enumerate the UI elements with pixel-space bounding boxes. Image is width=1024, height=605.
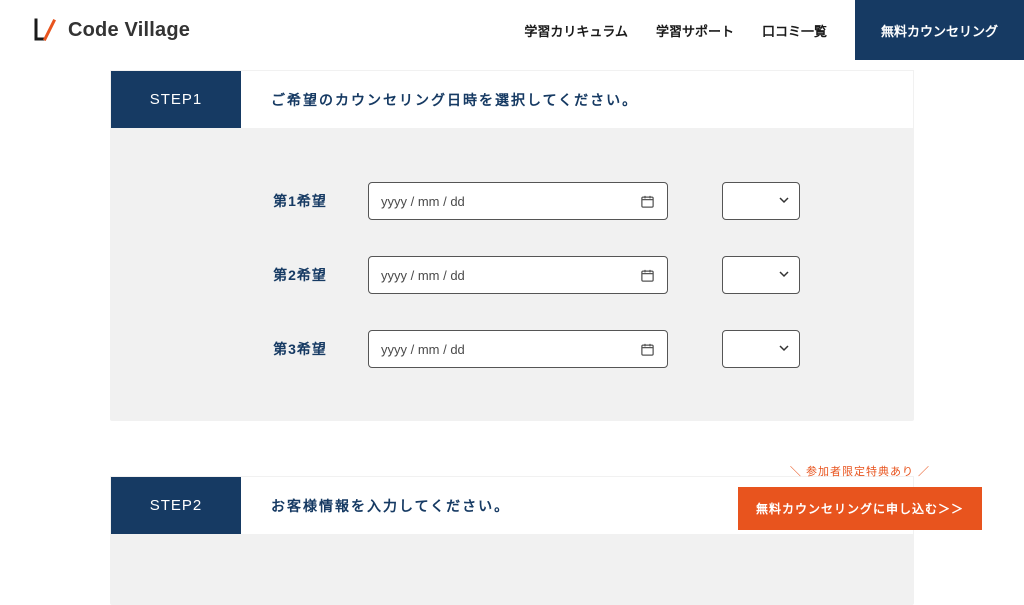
preference-row-2: 第2希望 yyyy / mm / dd xyxy=(110,238,914,312)
preference-date-input-2[interactable]: yyyy / mm / dd xyxy=(368,256,668,294)
chevron-down-icon xyxy=(779,266,789,284)
floating-cta-button[interactable]: 無料カウンセリングに申し込む＞＞ xyxy=(738,487,982,530)
preference-label: 第2希望 xyxy=(260,265,340,285)
preference-label: 第1希望 xyxy=(260,191,340,211)
chevron-down-icon xyxy=(779,340,789,358)
nav-cta-button[interactable]: 無料カウンセリング xyxy=(855,0,1024,60)
preference-time-select-3[interactable] xyxy=(722,330,800,368)
preference-time-select-1[interactable] xyxy=(722,182,800,220)
preference-date-input-3[interactable]: yyyy / mm / dd xyxy=(368,330,668,368)
step1-badge: STEP1 xyxy=(111,71,241,128)
preference-date-input-1[interactable]: yyyy / mm / dd xyxy=(368,182,668,220)
calendar-icon xyxy=(640,342,655,357)
step1-header: STEP1 ご希望のカウンセリング日時を選択してください。 xyxy=(110,70,914,129)
nav-curriculum[interactable]: 学習カリキュラム xyxy=(524,21,628,40)
logo-icon xyxy=(32,17,58,43)
step2-badge: STEP2 xyxy=(111,477,241,534)
date-placeholder: yyyy / mm / dd xyxy=(381,342,465,357)
preference-row-1: 第1希望 yyyy / mm / dd xyxy=(110,164,914,238)
main-nav: 学習カリキュラム 学習サポート 口コミ一覧 無料カウンセリング xyxy=(524,0,1024,60)
chevron-down-icon xyxy=(779,192,789,210)
logo[interactable]: Code Village xyxy=(0,17,190,43)
calendar-icon xyxy=(640,194,655,209)
step1-block: STEP1 ご希望のカウンセリング日時を選択してください。 第1希望 yyyy … xyxy=(110,70,914,421)
preference-row-3: 第3希望 yyyy / mm / dd xyxy=(110,312,914,386)
floating-cta-tagline: ＼ 参加者限定特典あり ／ xyxy=(738,463,982,479)
calendar-icon xyxy=(640,268,655,283)
nav-support[interactable]: 学習サポート xyxy=(656,21,734,40)
preference-label: 第3希望 xyxy=(260,339,340,359)
step1-body: 第1希望 yyyy / mm / dd 第2希望 xyxy=(110,129,914,421)
logo-text: Code Village xyxy=(68,19,190,42)
step2-title: お客様情報を入力してください。 xyxy=(241,477,510,534)
nav-reviews[interactable]: 口コミ一覧 xyxy=(762,21,827,40)
step2-body xyxy=(110,535,914,605)
date-placeholder: yyyy / mm / dd xyxy=(381,194,465,209)
date-placeholder: yyyy / mm / dd xyxy=(381,268,465,283)
step1-title: ご希望のカウンセリング日時を選択してください。 xyxy=(241,71,638,128)
preference-time-select-2[interactable] xyxy=(722,256,800,294)
header: Code Village 学習カリキュラム 学習サポート 口コミ一覧 無料カウン… xyxy=(0,0,1024,60)
floating-cta-container: ＼ 参加者限定特典あり ／ 無料カウンセリングに申し込む＞＞ xyxy=(738,463,982,530)
